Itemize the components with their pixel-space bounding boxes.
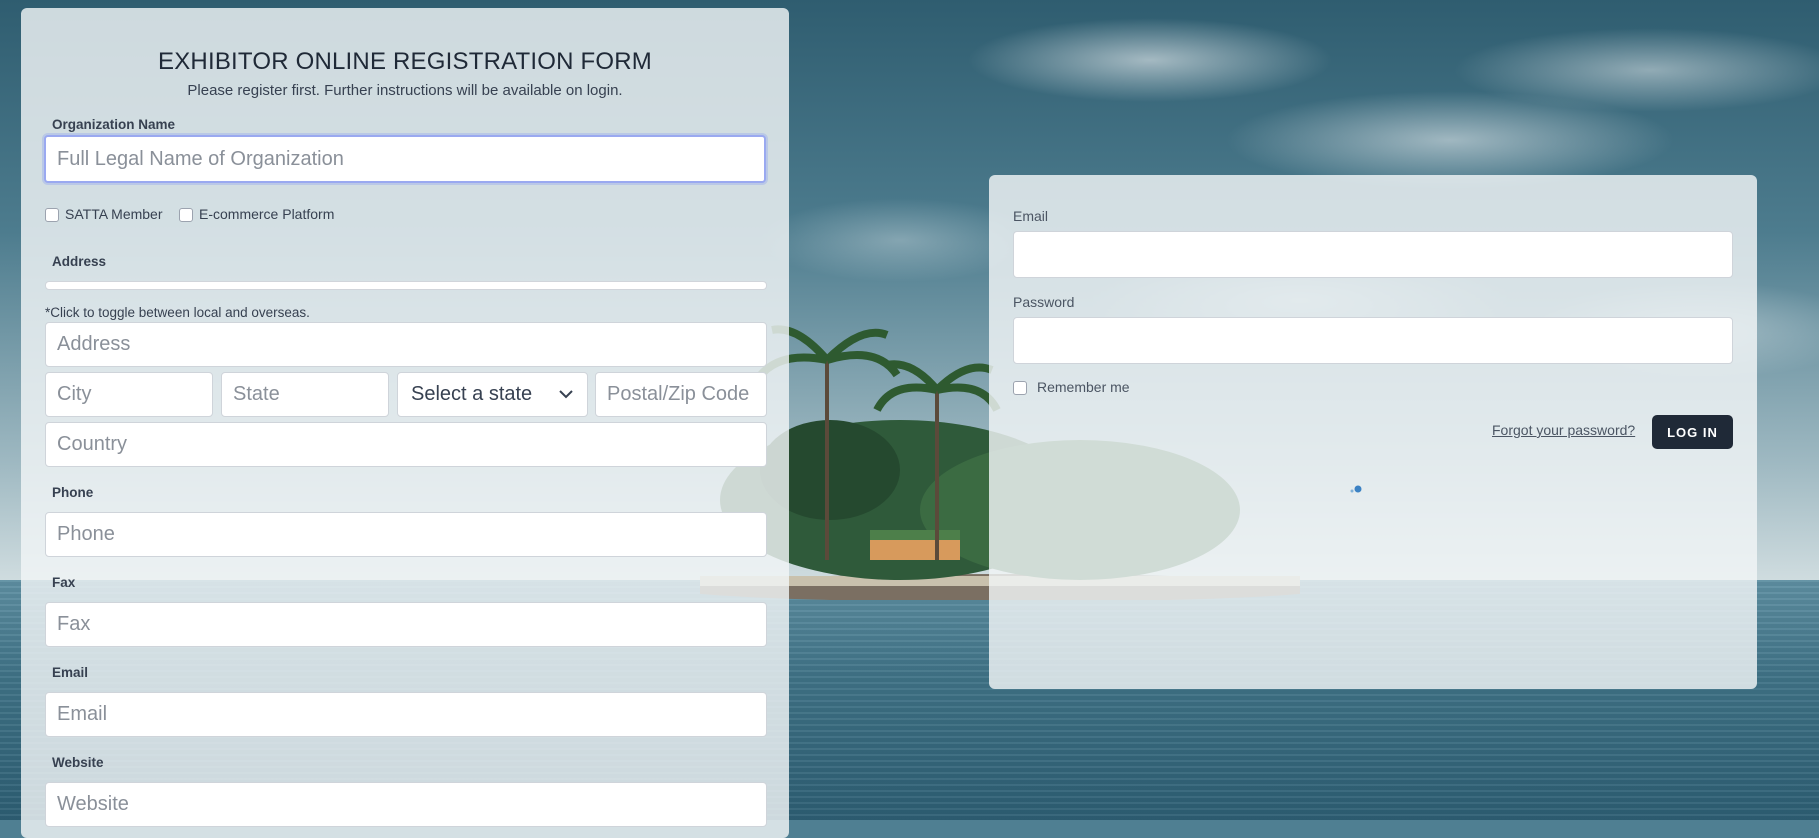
satta-member-label: SATTA Member [65,206,163,222]
address-section-label: Address [52,254,107,269]
ecommerce-platform-label: E-commerce Platform [199,206,335,222]
organization-name-input[interactable] [44,135,766,183]
email-input[interactable] [45,692,767,737]
country-input[interactable] [45,422,767,467]
website-label: Website [52,755,104,770]
login-email-input[interactable] [1013,231,1733,278]
phone-label: Phone [52,485,94,500]
toggle-hint-text: *Click to toggle between local and overs… [45,305,310,320]
chevron-down-icon [559,390,573,399]
remember-me-checkbox[interactable] [1013,381,1027,395]
phone-input[interactable] [45,512,767,557]
ecommerce-platform-checkbox[interactable] [179,208,193,222]
registration-subtitle: Please register first. Further instructi… [187,82,623,99]
fax-label: Fax [52,575,76,590]
fax-input[interactable] [45,602,767,647]
city-input[interactable] [45,372,213,417]
address-input[interactable] [45,322,767,367]
remember-me-label: Remember me [1037,379,1130,395]
registration-title: EXHIBITOR ONLINE REGISTRATION FORM [158,48,652,75]
registration-card: EXHIBITOR ONLINE REGISTRATION FORM Pleas… [21,8,789,838]
satta-member-checkbox[interactable] [45,208,59,222]
local-overseas-toggle[interactable] [45,281,767,290]
state-select-value: Select a state [411,383,533,405]
website-input[interactable] [45,782,767,827]
login-button[interactable]: LOG IN [1652,415,1733,449]
login-password-label: Password [1013,294,1075,310]
state-input[interactable] [221,372,389,417]
login-email-label: Email [1013,208,1049,224]
forgot-password-link[interactable]: Forgot your password? [1492,422,1635,438]
postal-code-input[interactable] [595,372,767,417]
loading-spinner-icon [1350,485,1362,493]
login-password-input[interactable] [1013,317,1733,364]
email-label: Email [52,665,89,680]
state-select[interactable]: Select a state [397,372,588,417]
login-card: Email Password Remember me Forgot your p… [989,175,1757,689]
organization-name-label: Organization Name [52,117,176,132]
